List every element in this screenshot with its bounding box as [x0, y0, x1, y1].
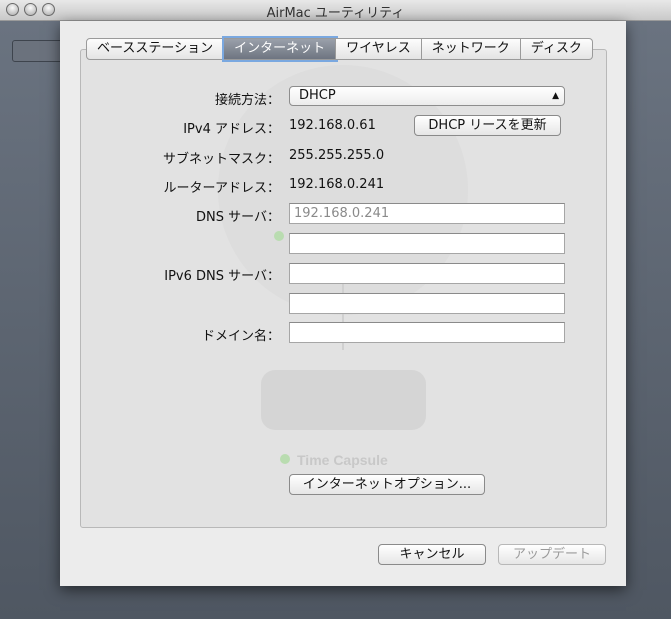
- up-down-arrows-icon: ▲: [552, 91, 559, 101]
- domain-name-label: ドメイン名：: [201, 329, 280, 344]
- tab-network[interactable]: ネットワーク: [421, 38, 521, 60]
- connect-method-select[interactable]: DHCP ▲: [289, 86, 565, 106]
- update-button[interactable]: アップデート: [498, 544, 606, 565]
- tab-wireless[interactable]: ワイヤレス: [336, 38, 422, 60]
- connect-method-value: DHCP: [299, 88, 336, 103]
- dns-server-label: DNS サーバ：: [196, 210, 280, 225]
- internet-options-button[interactable]: インターネットオプション...: [289, 474, 485, 495]
- connect-method-label: 接続方法：: [214, 93, 280, 108]
- ipv6-dns-server-label: IPv6 DNS サーバ：: [164, 269, 280, 284]
- tab-bar: ベースステーション インターネット ワイヤレス ネットワーク ディスク: [86, 38, 593, 60]
- subnet-mask-label: サブネットマスク：: [162, 152, 280, 167]
- router-address-value: 192.168.0.241: [289, 177, 385, 192]
- title-bar[interactable]: AirMac ユーティリティ: [0, 0, 671, 21]
- background-button: [12, 40, 64, 62]
- domain-name-field[interactable]: [289, 322, 565, 343]
- device-name-label: Time Capsule: [297, 452, 388, 468]
- status-dot-icon: [280, 454, 290, 464]
- renew-dhcp-lease-button[interactable]: DHCP リースを更新: [414, 115, 561, 136]
- tab-base-station[interactable]: ベースステーション: [86, 38, 225, 60]
- tab-internet[interactable]: インターネット: [224, 38, 337, 60]
- tab-disk[interactable]: ディスク: [520, 38, 593, 60]
- router-address-label: ルーターアドレス：: [163, 181, 280, 196]
- dns-server-field-2[interactable]: [289, 233, 565, 254]
- dns-server-field-1[interactable]: 192.168.0.241: [289, 203, 565, 224]
- ipv4-address-value: 192.168.0.61: [289, 118, 376, 133]
- airmac-utility-window: AirMac ユーティリティ Time Capsule ベースステーション イン…: [0, 0, 671, 619]
- cancel-button[interactable]: キャンセル: [378, 544, 486, 565]
- window-title: AirMac ユーティリティ: [266, 6, 405, 21]
- ipv4-address-label: IPv4 アドレス：: [183, 122, 280, 137]
- ipv6-dns-server-field-2[interactable]: [289, 293, 565, 314]
- ipv6-dns-server-field-1[interactable]: [289, 263, 565, 284]
- subnet-mask-value: 255.255.255.0: [289, 148, 385, 163]
